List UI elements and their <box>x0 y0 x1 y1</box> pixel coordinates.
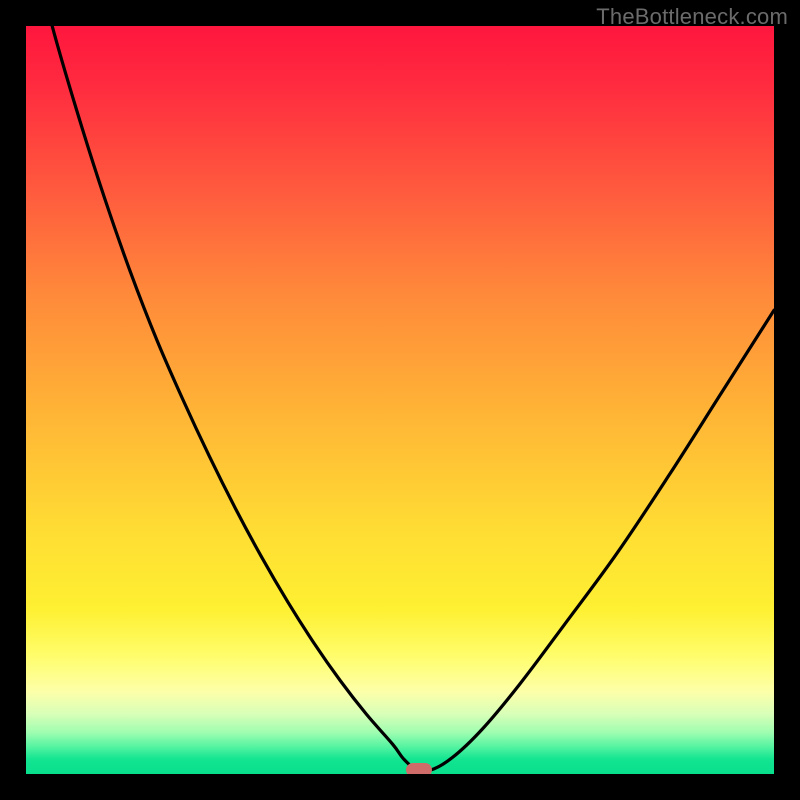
optimal-point-marker <box>406 763 432 774</box>
watermark-text: TheBottleneck.com <box>596 4 788 30</box>
bottleneck-curve <box>26 26 774 774</box>
chart-frame: TheBottleneck.com <box>0 0 800 800</box>
plot-area <box>26 26 774 774</box>
